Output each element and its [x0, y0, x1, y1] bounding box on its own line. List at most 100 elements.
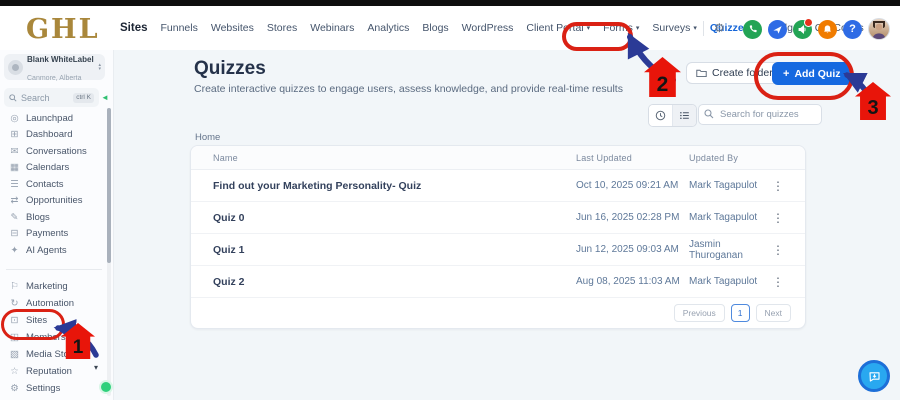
top-nav-item[interactable]: Websites [211, 22, 254, 34]
sidebar-item[interactable]: ☰ Contacts [0, 176, 108, 193]
sidebar-search[interactable]: Search ctrl K [4, 88, 99, 107]
nav-settings-gear-icon[interactable] [714, 21, 725, 35]
top-header: GHL Sites Funnels Websites Stores Webina… [0, 6, 900, 51]
memberships-icon: ◫ [10, 332, 19, 343]
previous-page-button[interactable]: Previous [673, 304, 725, 322]
automation-icon: ↻ [10, 298, 19, 309]
dashboard-icon: ⊞ [10, 129, 19, 141]
top-nav-item[interactable]: Funnels [161, 22, 198, 34]
marketing-icon: ⚐ [10, 281, 19, 292]
create-folder-button[interactable]: Create folder [686, 62, 783, 84]
pagination: Previous 1 Next [191, 298, 805, 328]
user-avatar[interactable] [868, 18, 890, 40]
sidebar-scrollbar-thumb[interactable] [107, 108, 111, 263]
sidebar-item[interactable]: ◫ Memberships [0, 329, 108, 346]
row-menu-kebab-icon[interactable] [771, 275, 785, 289]
top-nav-item[interactable]: Webinars [310, 22, 354, 34]
bell-icon[interactable] [818, 19, 837, 39]
row-menu-kebab-icon[interactable] [771, 243, 785, 257]
chat-widget-button[interactable] [858, 360, 890, 392]
column-updated-by: Updated By [689, 152, 739, 163]
top-nav-item[interactable]: Analytics [367, 22, 409, 34]
sidebar-item-label: Reputation [26, 366, 72, 377]
page-number-button[interactable]: 1 [730, 304, 750, 322]
breadcrumb[interactable]: Home [195, 132, 220, 143]
updated-by-cell: Jasmin Thuroganan [689, 238, 743, 261]
folder-icon [696, 69, 707, 78]
table-row[interactable]: Find out your Marketing Personality- Qui… [191, 170, 805, 202]
list-view-button[interactable] [672, 105, 696, 126]
column-name: Name [213, 152, 238, 163]
reputation-icon: ☆ [10, 366, 19, 377]
sidebar-item[interactable]: ⊡ Sites [0, 312, 108, 329]
blogs-icon: ✎ [10, 211, 19, 223]
top-nav-item[interactable]: Blogs [422, 22, 448, 34]
quiz-name-link[interactable]: Find out your Marketing Personality- Qui… [213, 180, 576, 192]
quiz-name-link[interactable]: Quiz 2 [213, 276, 576, 288]
sidebar-item[interactable]: ✎ Blogs [0, 209, 108, 226]
conversations-icon: ✉ [10, 145, 19, 157]
calendars-icon: ▦ [10, 162, 19, 174]
sidebar-item[interactable]: ⚐ Marketing [0, 278, 108, 295]
top-nav-item[interactable]: Client Portal [526, 22, 590, 34]
plus-icon [783, 68, 789, 80]
table-row[interactable]: Quiz 2 Aug 08, 2025 11:03 AM Mark Tagapu… [191, 266, 805, 298]
account-location: Canmore, Alberta [27, 75, 82, 82]
sidebar-item-label: Memberships [26, 332, 84, 343]
sidebar-item-label: Calendars [26, 162, 70, 174]
left-sidebar: Blank WhiteLabel Canmore, Alberta Search… [0, 50, 114, 400]
top-nav-item[interactable]: Forms [603, 22, 639, 34]
updated-by-cell: Mark Tagapulot [689, 212, 758, 223]
sidebar-item[interactable]: ⇄ Opportunities [0, 193, 108, 210]
column-last-updated: Last Updated [576, 152, 632, 163]
next-page-button[interactable]: Next [755, 304, 791, 322]
top-nav-item[interactable]: Sites [120, 22, 148, 34]
last-updated-cell: Oct 10, 2025 09:21 AM [576, 180, 679, 191]
launchpad-icon: ◎ [10, 112, 19, 124]
search-icon [704, 109, 714, 119]
sidebar-item-label: Settings [26, 383, 61, 394]
rocket-icon[interactable] [768, 19, 787, 39]
top-nav-tools [703, 6, 725, 50]
megaphone-icon[interactable] [793, 17, 813, 39]
table-row[interactable]: Quiz 0 Jun 16, 2025 02:28 PM Mark Tagapu… [191, 202, 805, 234]
quiz-name-link[interactable]: Quiz 1 [213, 244, 576, 256]
history-clock-button[interactable] [649, 105, 672, 126]
nav-divider [703, 20, 704, 36]
sidebar-item[interactable]: ⊞ Dashboard [0, 127, 108, 144]
sidebar-item[interactable]: ▧ Media Storage [0, 346, 108, 363]
list-icon [680, 111, 689, 120]
sidebar-item[interactable]: ✦ AI Agents [0, 242, 108, 259]
phone-icon[interactable] [743, 19, 762, 39]
table-row[interactable]: Quiz 1 Jun 12, 2025 09:03 AM Jasmin Thur… [191, 234, 805, 266]
sidebar-collapse-icon[interactable] [101, 93, 109, 102]
quiz-search-input[interactable] [698, 104, 822, 125]
sidebar-item[interactable]: ✉ Conversations [0, 143, 108, 160]
add-quiz-button[interactable]: Add Quiz [772, 62, 852, 85]
quizzes-table-card: Name Last Updated Updated By Find out yo… [190, 145, 806, 329]
updated-by-cell: Mark Tagapulot [689, 180, 758, 191]
sidebar-item[interactable]: ▦ Calendars [0, 160, 108, 177]
last-updated-cell: Jun 16, 2025 02:28 PM [576, 212, 680, 223]
sidebar-item-label: Automation [26, 298, 75, 309]
add-quiz-label: Add Quiz [794, 67, 841, 80]
sidebar-item-label: Sites [26, 315, 48, 326]
sidebar-divider [6, 269, 102, 270]
sidebar-item[interactable]: ⚙ Settings [0, 380, 108, 397]
notification-dot [804, 17, 813, 27]
top-nav-item[interactable]: Surveys [652, 22, 696, 34]
sidebar-item[interactable]: ⊟ Payments [0, 226, 108, 243]
quiz-name-link[interactable]: Quiz 0 [213, 212, 576, 224]
status-dot [99, 380, 113, 394]
sidebar-item[interactable]: ☆ Reputation [0, 363, 108, 380]
sidebar-item[interactable]: ◎ Launchpad [0, 110, 108, 127]
row-menu-kebab-icon[interactable] [771, 211, 785, 225]
top-nav-item[interactable]: WordPress [462, 22, 514, 34]
row-menu-kebab-icon[interactable] [771, 179, 785, 193]
account-switcher[interactable]: Blank WhiteLabel Canmore, Alberta [4, 54, 105, 82]
top-nav-item[interactable]: Stores [267, 22, 297, 34]
media-storage-icon: ▧ [10, 349, 19, 360]
sidebar-item[interactable]: ↻ Automation [0, 295, 108, 312]
page-title: Quizzes [194, 58, 266, 79]
help-icon[interactable]: ? [843, 19, 862, 39]
